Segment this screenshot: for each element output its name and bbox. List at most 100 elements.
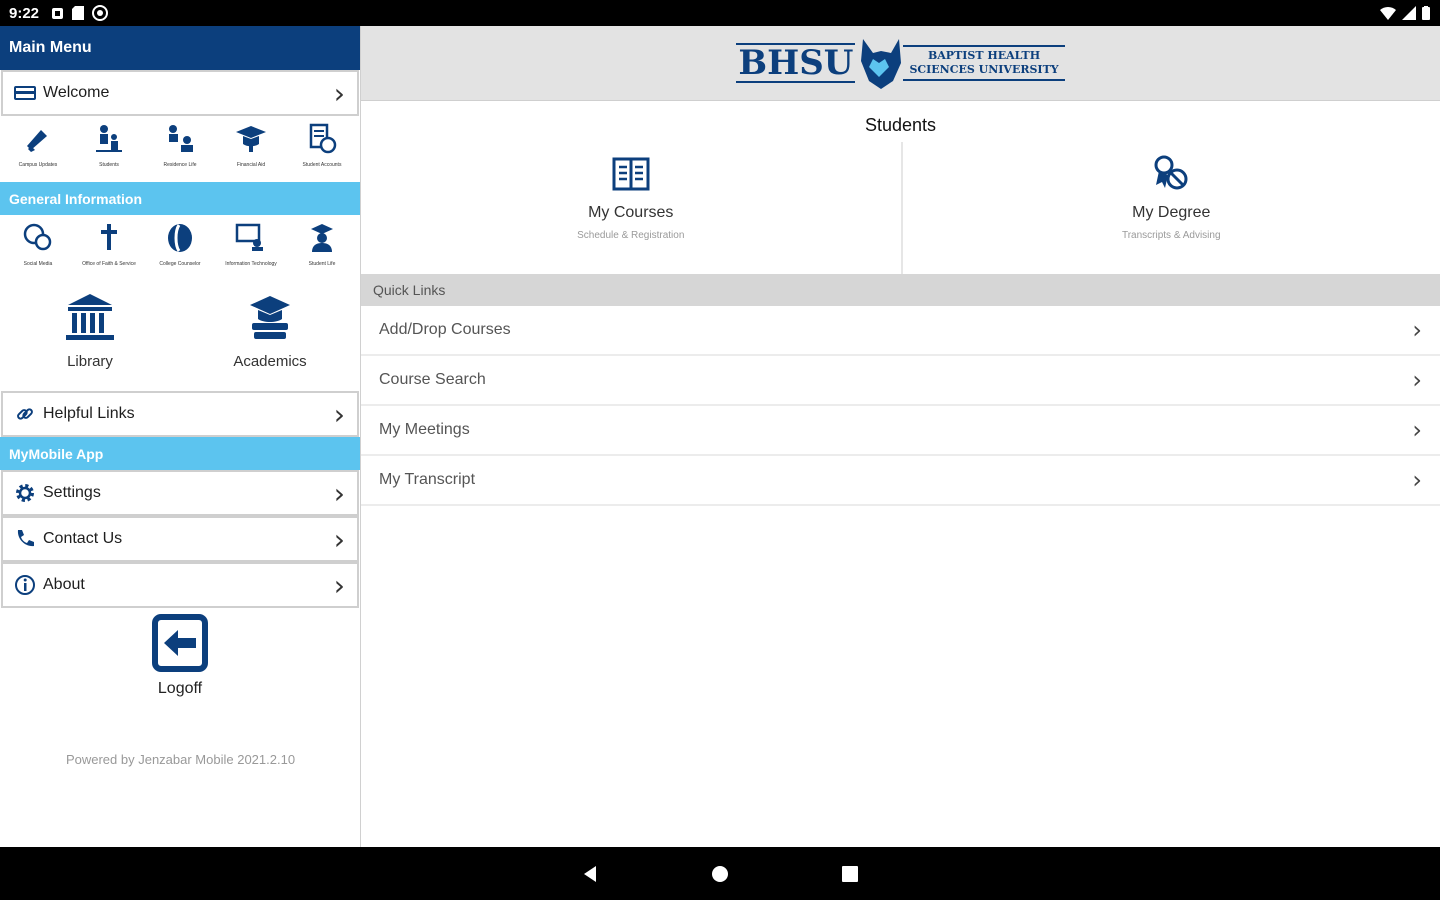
- logo-abbr: BHSU: [736, 43, 856, 83]
- main-menu-header: Main Menu: [0, 26, 360, 70]
- quick-link-label: My Transcript: [379, 471, 476, 488]
- grid-label: Residence Life: [163, 162, 197, 168]
- powered-by-text: Powered by Jenzabar Mobile 2021.2.10: [65, 752, 296, 767]
- quick-link-label: My Meetings: [379, 421, 470, 438]
- about-label: About: [43, 576, 85, 593]
- megaphone-icon: [27, 130, 47, 152]
- wolf-mascot-icon: [861, 39, 902, 89]
- grid-label: Students: [99, 162, 119, 168]
- helpful-links-label: Helpful Links: [43, 405, 135, 422]
- chevron-right-icon: ›: [333, 76, 345, 110]
- library-icon: [66, 294, 114, 340]
- chevron-right-icon: ›: [1412, 466, 1422, 494]
- grid-item-social-media[interactable]: Social Media: [6, 221, 70, 281]
- quick-link-my-transcript[interactable]: My Transcript ›: [361, 456, 1440, 506]
- tile-title: My Degree: [1132, 204, 1211, 221]
- academics-label: Academics: [233, 353, 307, 370]
- page-title: Students: [864, 115, 937, 135]
- settings-item[interactable]: Settings ›: [1, 470, 359, 516]
- grid-item-college-counselor[interactable]: College Counselor: [148, 221, 212, 281]
- logoff-button[interactable]: Logoff: [150, 614, 210, 698]
- grid-label: Student Life: [308, 261, 336, 267]
- contact-us-label: Contact Us: [43, 530, 123, 547]
- grid-item-student-life[interactable]: Student Life: [290, 221, 354, 281]
- quick-link-label: Course Search: [379, 371, 486, 388]
- logo-university-name: BAPTIST HEALTH SCIENCES UNIVERSITY: [903, 45, 1065, 81]
- link-icon: [13, 403, 37, 425]
- header-bar: BHSU BAPTIST HEALTH SCIENCES UNIVERSITY: [361, 26, 1440, 101]
- sidebar: Main Menu Welcome › Campus Updates Stude…: [0, 26, 361, 847]
- grid-item-information-technology[interactable]: Information Technology: [219, 221, 283, 281]
- grid-item-students[interactable]: Students: [77, 122, 141, 182]
- academics-icon: [250, 296, 290, 339]
- notification-icon: [52, 7, 64, 19]
- grid-label: College Counselor: [159, 261, 201, 267]
- chevron-right-icon: ›: [333, 397, 345, 431]
- chevron-right-icon: ›: [333, 568, 345, 602]
- grid-label: Social Media: [23, 261, 53, 267]
- tile-title: My Courses: [588, 204, 674, 221]
- logoff-label: Logoff: [157, 680, 203, 697]
- grid-label: Student Accounts: [302, 162, 342, 168]
- grid-item-campus-updates[interactable]: Campus Updates: [6, 122, 70, 182]
- grid-item-faith-service[interactable]: Office of Faith & Service: [77, 221, 141, 281]
- my-courses-tile[interactable]: My Courses Schedule & Registration: [361, 142, 901, 274]
- sd-card-icon: [72, 6, 85, 20]
- student-life-icon: [311, 224, 333, 252]
- big-icon-row: Library Academics: [0, 281, 360, 391]
- students-icon: [96, 125, 122, 152]
- quick-link-label: Add/Drop Courses: [379, 321, 511, 338]
- recents-icon[interactable]: [840, 864, 860, 884]
- system-nav-bar: [0, 847, 1440, 900]
- helpful-links-item[interactable]: Helpful Links ›: [1, 391, 359, 437]
- chevron-right-icon: ›: [1412, 366, 1422, 394]
- grid-item-student-accounts[interactable]: Student Accounts: [290, 122, 354, 182]
- sync-icon: [92, 5, 109, 21]
- diploma-icon: [1154, 155, 1188, 190]
- status-time: 9:22: [9, 4, 40, 22]
- graduation-cap-icon: [236, 126, 266, 152]
- academics-tile[interactable]: Academics: [180, 291, 360, 391]
- settings-label: Settings: [43, 484, 101, 501]
- student-tiles: My Courses Schedule & Registration My De…: [361, 142, 1440, 274]
- tile-subtitle: Transcripts & Advising: [1121, 230, 1221, 241]
- logoff-icon: [152, 614, 208, 672]
- grid-label: Financial Aid: [236, 162, 266, 168]
- quick-links-header: Quick Links: [361, 274, 1440, 306]
- grid-item-residence-life[interactable]: Residence Life: [148, 122, 212, 182]
- main-content: BHSU BAPTIST HEALTH SCIENCES UNIVERSITY …: [361, 26, 1440, 847]
- grid-label: Campus Updates: [18, 162, 58, 168]
- library-label: Library: [67, 353, 113, 370]
- book-icon: [612, 157, 650, 191]
- wifi-icon: [1380, 7, 1396, 20]
- welcome-label: Welcome: [43, 84, 110, 101]
- counselor-icon: [168, 224, 192, 252]
- grid-label: Office of Faith & Service: [82, 261, 136, 267]
- it-icon: [235, 223, 263, 251]
- residence-life-icon: [169, 125, 193, 152]
- contact-us-item[interactable]: Contact Us ›: [1, 516, 359, 562]
- quick-link-course-search[interactable]: Course Search ›: [361, 356, 1440, 406]
- library-tile[interactable]: Library: [0, 291, 180, 391]
- back-icon[interactable]: [580, 864, 600, 884]
- card-icon: [13, 82, 37, 104]
- quick-link-add-drop[interactable]: Add/Drop Courses ›: [361, 306, 1440, 356]
- battery-icon: [1422, 6, 1430, 20]
- general-info-header: General Information: [0, 182, 360, 215]
- home-icon[interactable]: [710, 864, 730, 884]
- top-icon-grid: Campus Updates Students Residence Life F…: [0, 116, 360, 182]
- grid-item-financial-aid[interactable]: Financial Aid: [219, 122, 283, 182]
- about-item[interactable]: About ›: [1, 562, 359, 608]
- cross-icon: [101, 224, 117, 250]
- logo-line-1: BAPTIST HEALTH: [927, 49, 1041, 62]
- signal-icon: [1402, 6, 1416, 20]
- info-icon: [13, 574, 37, 596]
- welcome-item[interactable]: Welcome ›: [1, 70, 359, 116]
- phone-icon: [13, 528, 37, 550]
- quick-link-my-meetings[interactable]: My Meetings ›: [361, 406, 1440, 456]
- my-degree-tile[interactable]: My Degree Transcripts & Advising: [900, 142, 1440, 274]
- social-media-icon: [23, 223, 52, 251]
- chevron-right-icon: ›: [1412, 316, 1422, 344]
- mymobile-header: MyMobile App: [0, 437, 360, 470]
- tile-subtitle: Schedule & Registration: [577, 230, 685, 241]
